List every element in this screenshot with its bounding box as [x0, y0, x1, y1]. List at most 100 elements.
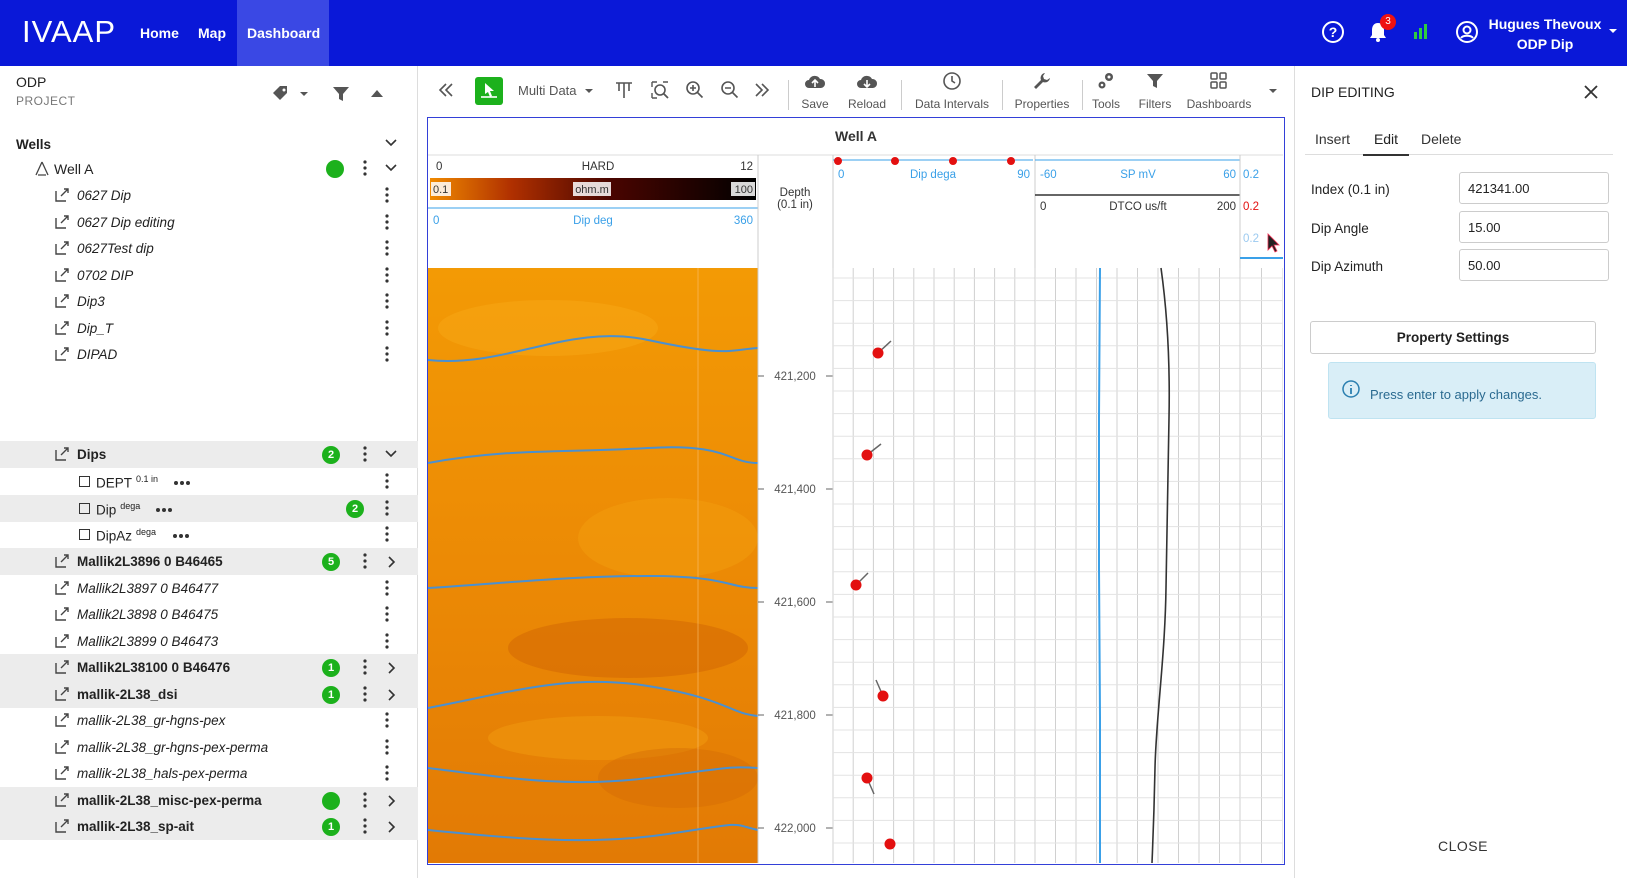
- log-item[interactable]: Mallik2L3897 0 B46477: [0, 575, 418, 602]
- tag-filter-icon[interactable]: [271, 84, 311, 104]
- log-item[interactable]: mallik-2L38_dsi 1: [0, 680, 418, 708]
- log-item[interactable]: 0627Test dip: [0, 235, 418, 262]
- log-item[interactable]: Mallik2L3896 0 B46465 5: [0, 548, 418, 575]
- checkbox[interactable]: [79, 502, 90, 514]
- nav-home[interactable]: Home: [130, 0, 189, 66]
- more-vert-icon[interactable]: [363, 685, 367, 702]
- help-icon[interactable]: ?: [1321, 20, 1345, 44]
- more-vert-icon[interactable]: [385, 240, 389, 256]
- more-horiz-icon[interactable]: [155, 506, 173, 514]
- double-chevron-left-icon[interactable]: [438, 83, 454, 97]
- more-vert-icon[interactable]: [363, 791, 367, 808]
- more-vert-icon[interactable]: [385, 738, 389, 755]
- chevron-down-icon[interactable]: [385, 450, 397, 458]
- property-settings-button[interactable]: Property Settings: [1310, 321, 1596, 354]
- more-vert-icon[interactable]: [363, 553, 367, 569]
- more-vert-icon[interactable]: [385, 712, 389, 728]
- chevron-right-icon[interactable]: [388, 794, 396, 807]
- log-item[interactable]: Dip_T: [0, 315, 418, 342]
- dips-row[interactable]: Dips 2: [0, 441, 418, 468]
- index-input[interactable]: 421341.00: [1459, 172, 1609, 204]
- log-item[interactable]: DIPAD: [0, 341, 418, 368]
- log-item[interactable]: 0702 DIP: [0, 262, 418, 289]
- nav-map[interactable]: Map: [188, 0, 236, 66]
- chevron-right-icon[interactable]: [388, 662, 396, 674]
- tab-insert[interactable]: Insert: [1315, 131, 1350, 147]
- log-item[interactable]: Dip3: [0, 288, 418, 315]
- user-menu[interactable]: Hugues Thevoux ODP Dip: [1480, 14, 1610, 54]
- edge-track-value: 0.2: [1243, 169, 1259, 181]
- log-icon: [55, 660, 69, 674]
- well-a-row[interactable]: Well A: [0, 155, 418, 182]
- user-menu-chevron-icon[interactable]: [1608, 28, 1618, 36]
- save-button[interactable]: Save: [790, 66, 840, 116]
- close-button[interactable]: CLOSE: [1438, 838, 1488, 854]
- curve-item[interactable]: DEPT 0.1 in: [0, 468, 418, 495]
- more-vert-icon[interactable]: [385, 266, 389, 283]
- log-item[interactable]: mallik-2L38_gr-hgns-pex-perma: [0, 734, 418, 761]
- chevron-right-icon[interactable]: [388, 556, 396, 568]
- log-item[interactable]: mallik-2L38_hals-pex-perma: [0, 760, 418, 787]
- more-vert-icon[interactable]: [385, 473, 389, 489]
- more-vert-icon[interactable]: [385, 526, 389, 542]
- filter-icon[interactable]: [331, 84, 351, 104]
- wells-section[interactable]: Wells: [0, 130, 418, 157]
- tools-button[interactable]: Tools: [1086, 66, 1126, 116]
- multi-data-dropdown[interactable]: Multi Data: [518, 83, 577, 98]
- dashboards-button[interactable]: Dashboards: [1184, 66, 1254, 116]
- dip-azimuth-input[interactable]: 50.00: [1459, 249, 1609, 281]
- log-item[interactable]: Mallik2L3899 0 B46473: [0, 628, 418, 655]
- chevron-right-icon[interactable]: [388, 688, 396, 701]
- more-vert-icon[interactable]: [385, 579, 389, 596]
- dip-angle-input[interactable]: 15.00: [1459, 211, 1609, 243]
- nav-dashboard[interactable]: Dashboard: [237, 0, 329, 66]
- more-vert-icon[interactable]: [385, 632, 389, 649]
- track-header-icon[interactable]: [614, 80, 634, 100]
- more-vert-icon[interactable]: [363, 818, 367, 834]
- data-intervals-button[interactable]: Data Intervals: [905, 66, 999, 116]
- chevron-down-icon[interactable]: [385, 164, 397, 172]
- log-item[interactable]: 0627 Dip editing: [0, 209, 418, 236]
- more-vert-icon[interactable]: [385, 499, 389, 516]
- more-vert-icon[interactable]: [363, 446, 367, 462]
- reload-button[interactable]: Reload: [838, 66, 896, 116]
- log-item[interactable]: mallik-2L38_misc-pex-perma: [0, 786, 418, 814]
- more-vert-icon[interactable]: [363, 160, 367, 176]
- curve-item[interactable]: DipAz dega: [0, 521, 418, 548]
- caret-down-icon[interactable]: [584, 88, 594, 94]
- tab-delete[interactable]: Delete: [1421, 131, 1461, 147]
- pointer-mode-button[interactable]: [475, 77, 503, 105]
- tab-edit[interactable]: Edit: [1363, 123, 1409, 156]
- more-vert-icon[interactable]: [385, 765, 389, 781]
- more-vert-icon[interactable]: [385, 187, 389, 203]
- more-vert-icon[interactable]: [385, 213, 389, 230]
- more-vert-icon[interactable]: [385, 293, 389, 309]
- zoom-in-icon[interactable]: [685, 80, 705, 100]
- log-item[interactable]: 0627 Dip: [0, 182, 418, 209]
- close-icon[interactable]: [1583, 84, 1599, 100]
- caret-down-icon[interactable]: [1268, 88, 1278, 94]
- chevron-down-icon[interactable]: [385, 139, 397, 147]
- log-item[interactable]: Mallik2L3898 0 B46475: [0, 601, 418, 628]
- more-vert-icon[interactable]: [363, 659, 367, 675]
- log-item[interactable]: mallik-2L38_sp-ait 1: [0, 813, 418, 840]
- properties-button[interactable]: Properties: [1007, 66, 1077, 116]
- more-horiz-icon[interactable]: [172, 532, 190, 540]
- more-horiz-icon[interactable]: [173, 479, 191, 487]
- chevron-right-icon[interactable]: [388, 821, 396, 833]
- log-item[interactable]: Mallik2L38100 0 B46476 1: [0, 654, 418, 681]
- filters-button[interactable]: Filters: [1130, 66, 1180, 116]
- checkbox[interactable]: [79, 529, 90, 540]
- more-vert-icon[interactable]: [385, 606, 389, 622]
- double-chevron-right-icon[interactable]: [754, 83, 770, 97]
- checkbox[interactable]: [79, 476, 90, 487]
- well-log-canvas[interactable]: Well A 0 HARD 12 0.1 ohm.m 100 0 Dip deg…: [428, 118, 1283, 863]
- more-vert-icon[interactable]: [385, 319, 389, 336]
- collapse-up-icon[interactable]: [369, 86, 385, 100]
- more-vert-icon[interactable]: [385, 346, 389, 362]
- zoom-out-icon[interactable]: [720, 80, 740, 100]
- log-item[interactable]: mallik-2L38_gr-hgns-pex: [0, 707, 418, 734]
- zoom-area-icon[interactable]: [650, 80, 670, 100]
- curve-item[interactable]: Dip dega 2: [0, 494, 418, 522]
- user-avatar-icon[interactable]: [1455, 20, 1479, 44]
